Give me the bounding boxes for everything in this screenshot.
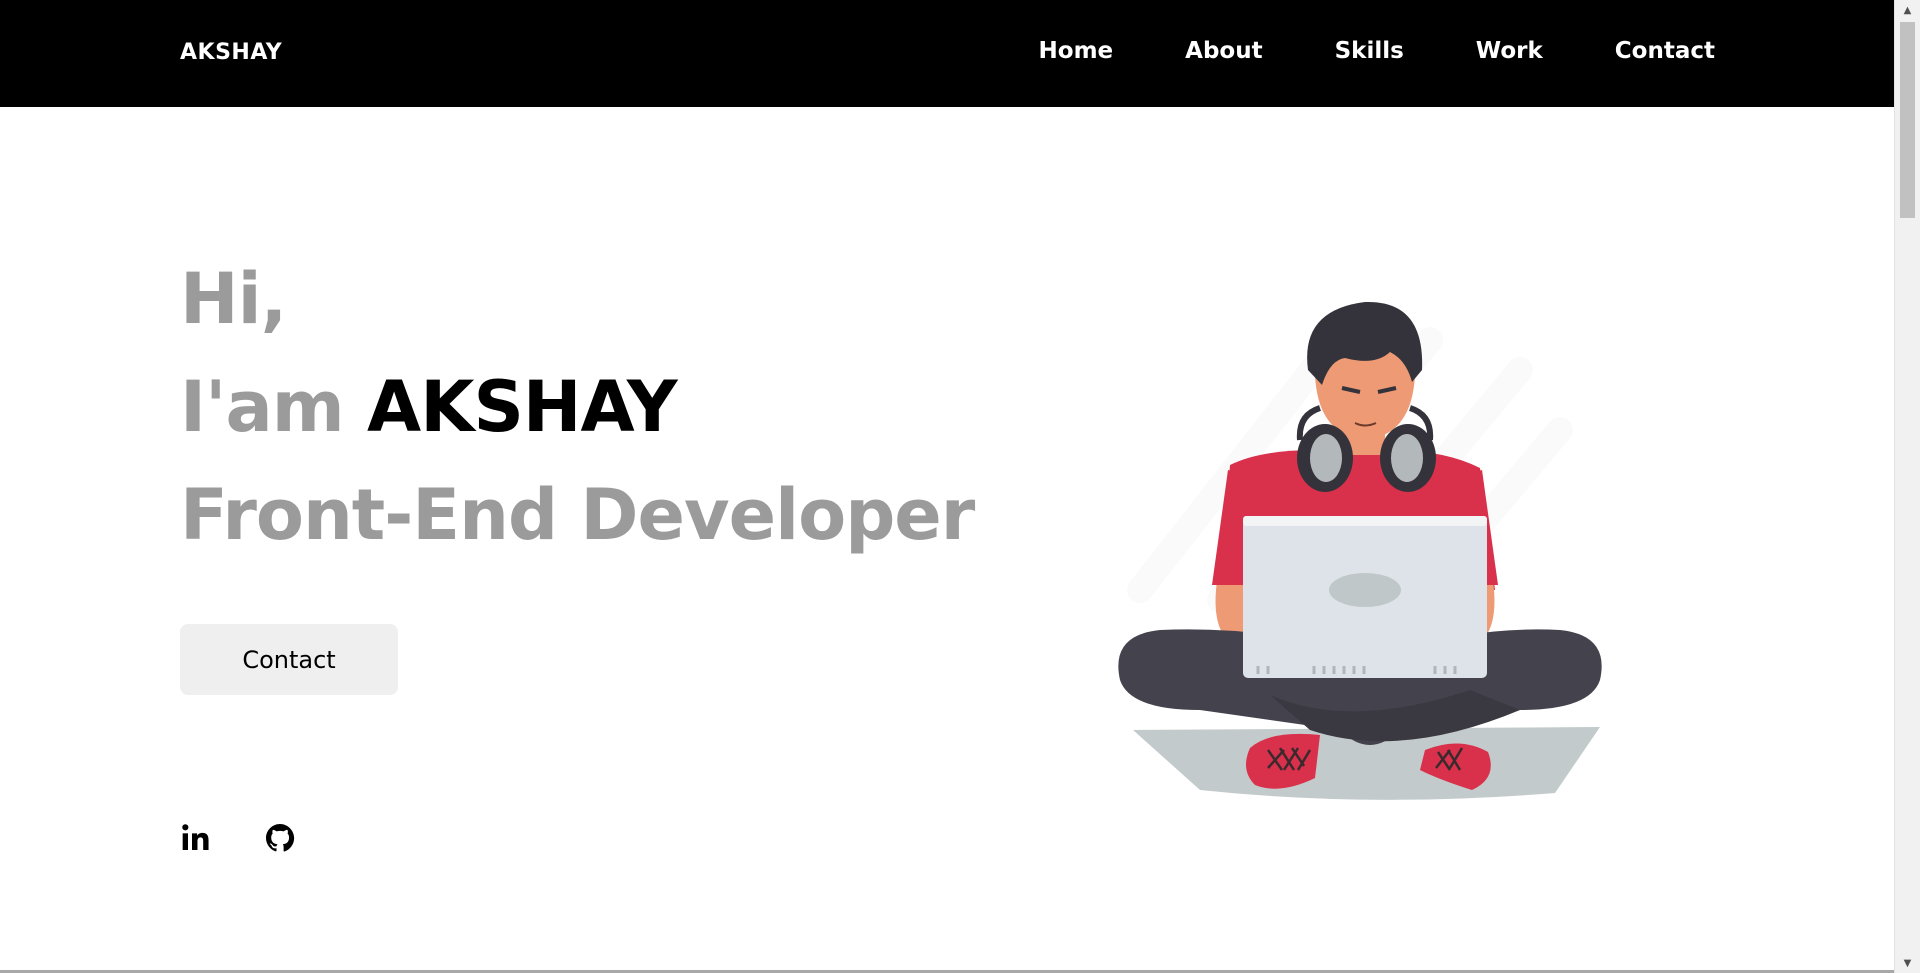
scroll-down-arrow-icon[interactable]: ▼ (1895, 953, 1920, 973)
vertical-scrollbar[interactable]: ▲ ▼ (1894, 0, 1920, 973)
nav-contact[interactable]: Contact (1615, 38, 1715, 64)
scroll-up-arrow-icon[interactable]: ▲ (1895, 0, 1920, 20)
social-links (180, 822, 296, 854)
main-nav: Home About Skills Work Contact (967, 38, 1715, 64)
nav-about[interactable]: About (1185, 38, 1262, 64)
developer-illustration (1118, 301, 1602, 800)
header: AKSHAY Home About Skills Work Contact (0, 0, 1895, 107)
hero-intro: I'am (180, 366, 345, 448)
nav-home[interactable]: Home (1039, 38, 1114, 64)
scroll-thumb[interactable] (1900, 22, 1915, 218)
hero-intro-line: I'am AKSHAY (180, 353, 974, 461)
linkedin-icon[interactable] (180, 822, 212, 854)
hero-text: Hi, I'am AKSHAY Front-End Developer (180, 245, 975, 569)
hero-role: Front-End Developer (180, 474, 975, 556)
hero-greeting: Hi, (180, 258, 287, 340)
site-logo[interactable]: AKSHAY (180, 40, 282, 65)
hero-name: AKSHAY (367, 366, 678, 448)
page: AKSHAY Home About Skills Work Contact Hi… (0, 0, 1895, 973)
github-icon[interactable] (264, 822, 296, 854)
nav-work[interactable]: Work (1476, 38, 1543, 64)
contact-button[interactable]: Contact (180, 624, 398, 695)
nav-skills[interactable]: Skills (1335, 38, 1404, 64)
